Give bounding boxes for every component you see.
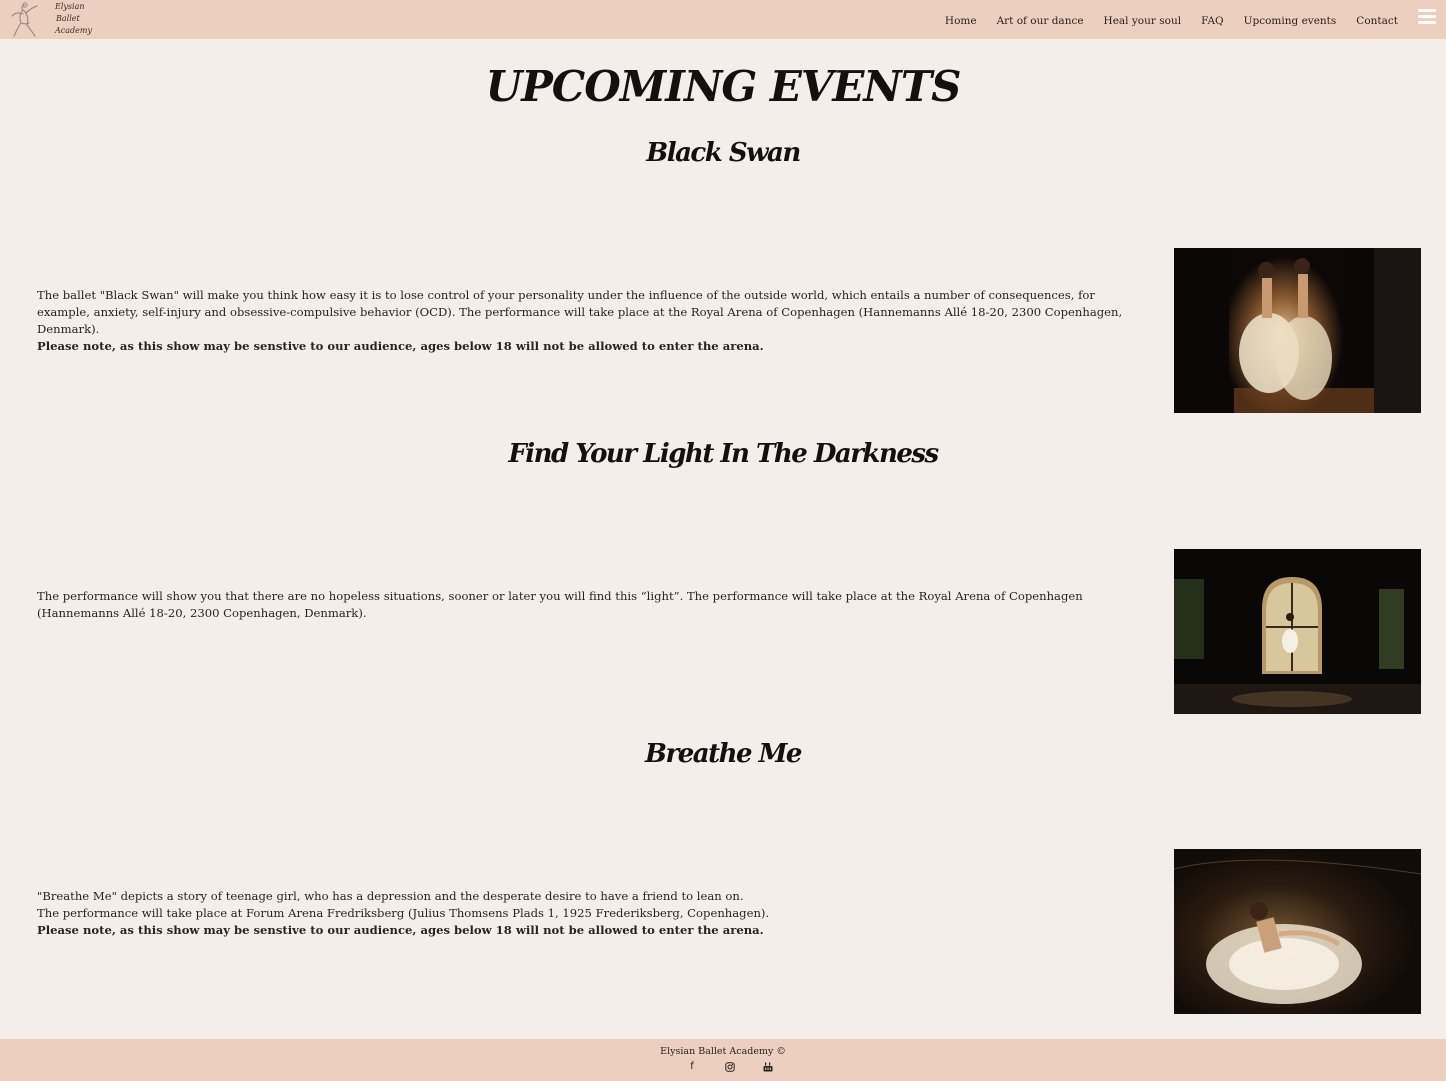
nav-home[interactable]: Home (945, 15, 977, 27)
event-description-find-your-light: The performance will show you that there… (37, 588, 1147, 622)
social-links: f (685, 1060, 775, 1074)
footer-copyright: Elysian Ballet Academy © (660, 1046, 786, 1057)
logo-line-3: Academy (55, 26, 92, 35)
instagram-icon[interactable] (723, 1060, 737, 1074)
event-description-line-2: The performance will take place at Forum… (37, 906, 770, 920)
event-age-note: Please note, as this show may be senstiv… (37, 339, 764, 353)
event-title-find-your-light: Find Your Light In The Darkness (508, 439, 939, 469)
academy-logo[interactable]: Elysian Ballet Academy (8, 1, 98, 38)
nav-contact[interactable]: Contact (1356, 15, 1398, 27)
event-description-text: The ballet "Black Swan" will make you th… (37, 288, 1123, 336)
event-description-black-swan: The ballet "Black Swan" will make you th… (37, 287, 1147, 355)
black-swan-photo (1174, 248, 1421, 413)
event-description-breathe-me: "Breathe Me" depicts a story of teenage … (37, 888, 1147, 939)
page-footer: Elysian Ballet Academy © f (0, 1039, 1446, 1081)
facebook-icon[interactable]: f (685, 1060, 699, 1074)
event-description-line-1: "Breathe Me" depicts a story of teenage … (37, 889, 744, 903)
nav-faq[interactable]: FAQ (1201, 15, 1224, 27)
logo-line-2: Ballet (56, 14, 80, 23)
event-age-note: Please note, as this show may be senstiv… (37, 923, 764, 937)
logo-wordmark: Elysian Ballet Academy (55, 1, 105, 37)
nav-upcoming-events[interactable]: Upcoming events (1244, 15, 1337, 27)
breathe-me-photo (1174, 849, 1421, 1014)
event-title-breathe-me: Breathe Me (645, 739, 802, 769)
nav-art-of-our-dance[interactable]: Art of our dance (997, 15, 1084, 27)
event-description-text: The performance will show you that there… (37, 589, 1083, 620)
find-your-light-photo (1174, 549, 1421, 714)
youtube-icon[interactable] (761, 1060, 775, 1074)
ballerina-logo-icon (11, 2, 38, 37)
top-navigation-bar: Elysian Ballet Academy Home Art of our d… (0, 0, 1446, 39)
page-title: UPCOMING EVENTS (485, 62, 962, 111)
event-title-black-swan: Black Swan (646, 138, 801, 168)
nav-heal-your-soul[interactable]: Heal your soul (1104, 15, 1182, 27)
main-nav: Home Art of our dance Heal your soul FAQ… (925, 15, 1398, 27)
hamburger-menu-icon[interactable] (1418, 9, 1436, 25)
logo-line-1: Elysian (55, 2, 85, 11)
